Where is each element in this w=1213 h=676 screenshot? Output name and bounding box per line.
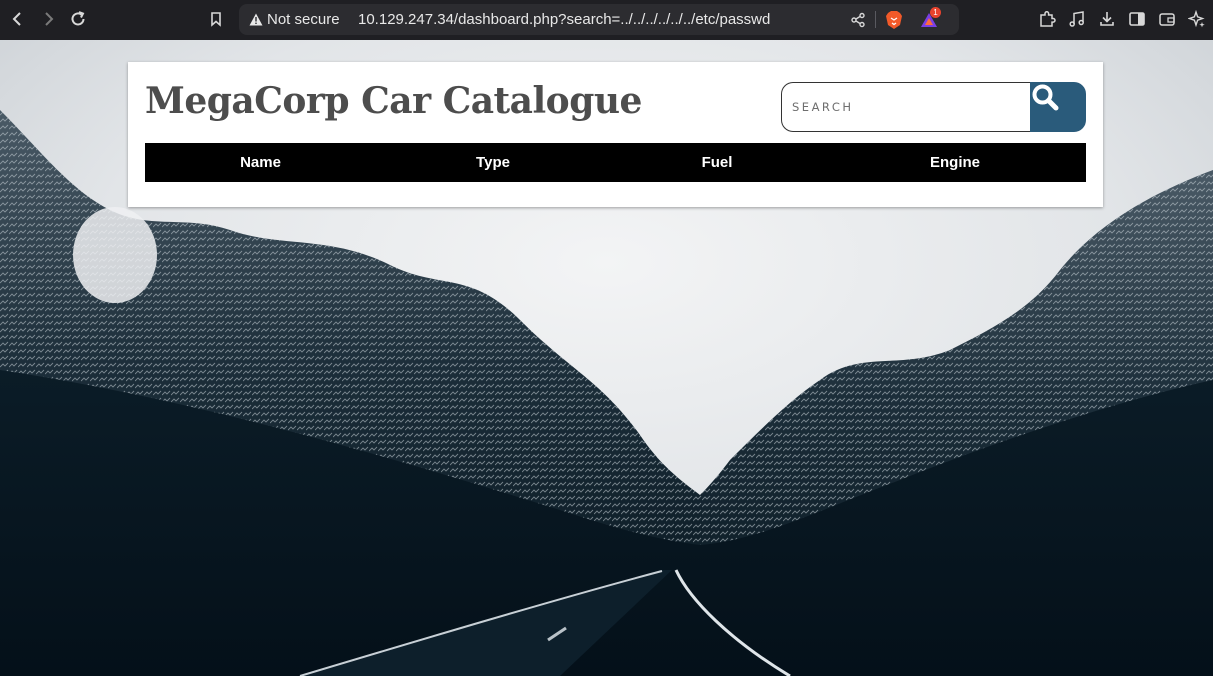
page-title: MegaCorp Car Catalogue (145, 80, 642, 122)
leo-ai-button[interactable] (1187, 9, 1207, 29)
brave-shields-button[interactable] (884, 10, 904, 30)
extensions-button[interactable] (1037, 9, 1057, 29)
search-input[interactable] (781, 82, 1031, 132)
chevron-left-icon (12, 12, 21, 26)
warning-icon (249, 13, 263, 26)
bookmark-button[interactable] (205, 8, 227, 30)
chevron-right-icon (45, 12, 54, 26)
browser-toolbar: Not secure 10.129.247.34/dashboard.php?s… (0, 0, 1213, 40)
column-header-engine: Engine (929, 154, 980, 171)
column-header-fuel: Fuel (701, 154, 733, 171)
reload-button[interactable] (67, 8, 89, 30)
bookmark-icon (211, 12, 221, 27)
wallet-button[interactable] (1157, 9, 1177, 29)
back-button[interactable] (7, 8, 29, 30)
forward-button[interactable] (37, 8, 59, 30)
address-bar[interactable]: Not secure 10.129.247.34/dashboard.php?s… (239, 4, 959, 35)
brave-lion-icon (886, 11, 902, 29)
column-header-name: Name (240, 154, 281, 171)
download-icon (1100, 12, 1114, 26)
downloads-button[interactable] (1097, 9, 1117, 29)
security-status[interactable]: Not secure (267, 11, 340, 28)
share-button[interactable] (848, 10, 868, 30)
url-text[interactable]: 10.129.247.34/dashboard.php?search=../..… (358, 11, 770, 28)
music-note-icon (1069, 11, 1084, 27)
column-header-type: Type (476, 154, 510, 171)
search-form (781, 82, 1086, 132)
rewards-badge: 1 (930, 7, 941, 18)
reload-icon (71, 11, 85, 26)
results-table-header: Name Type Fuel Engine (145, 143, 1086, 182)
share-icon (851, 12, 865, 28)
media-button[interactable] (1067, 9, 1087, 29)
sidebar-button[interactable] (1127, 9, 1147, 29)
wallet-icon (1159, 13, 1175, 26)
sidebar-icon (1129, 12, 1145, 26)
puzzle-icon (1040, 10, 1056, 27)
sparkle-icon (1188, 10, 1205, 28)
search-button[interactable] (1030, 82, 1086, 132)
search-icon (1032, 84, 1059, 111)
page-viewport: MegaCorp Car Catalogue Name Type Fuel En… (0, 40, 1213, 676)
catalogue-panel: MegaCorp Car Catalogue Name Type Fuel En… (128, 62, 1103, 207)
omnibox-divider (875, 11, 876, 28)
